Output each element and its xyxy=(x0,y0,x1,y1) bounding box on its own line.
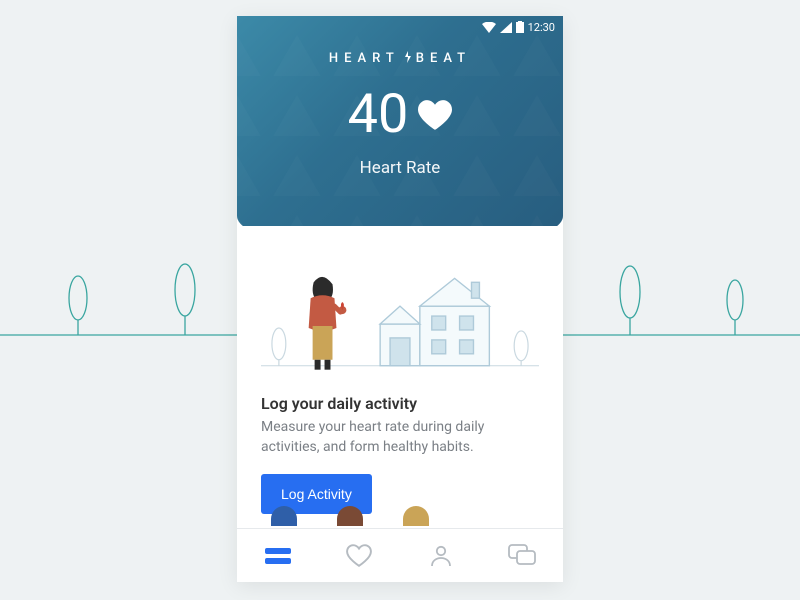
metric-label: Heart Rate xyxy=(237,158,563,178)
nav-profile[interactable] xyxy=(400,529,482,582)
nav-home[interactable] xyxy=(237,529,319,582)
home-icon xyxy=(265,546,291,566)
signal-icon xyxy=(500,22,512,33)
header: HEART BEAT 40 Heart Rate xyxy=(237,16,563,254)
battery-icon xyxy=(516,21,524,33)
phone-frame: 12:30 HEART BEAT 40 Heart Rate xyxy=(237,16,563,582)
status-bar: 12:30 xyxy=(237,16,563,38)
metric-value: 40 xyxy=(348,88,409,142)
nav-favorites[interactable] xyxy=(319,529,401,582)
illustration xyxy=(261,266,539,386)
heart-outline-icon xyxy=(346,544,372,567)
card-title: Log your daily activity xyxy=(261,394,539,413)
person-icon xyxy=(429,544,453,568)
brand-part2: BEAT xyxy=(416,51,471,66)
bolt-icon xyxy=(402,51,414,67)
card-body: Measure your heart rate during daily act… xyxy=(261,417,539,458)
bottom-nav xyxy=(237,528,563,582)
heart-icon xyxy=(418,100,452,130)
nav-chat[interactable] xyxy=(482,529,564,582)
brand-part1: HEART xyxy=(329,51,400,66)
status-time: 12:30 xyxy=(528,21,555,34)
app-brand: HEART BEAT xyxy=(237,50,563,66)
avatar-peek-row xyxy=(261,506,539,526)
chat-icon xyxy=(508,544,536,568)
metric-block: 40 Heart Rate xyxy=(237,88,563,178)
wifi-icon xyxy=(482,22,496,33)
content-area: Log your daily activity Measure your hea… xyxy=(237,226,563,528)
